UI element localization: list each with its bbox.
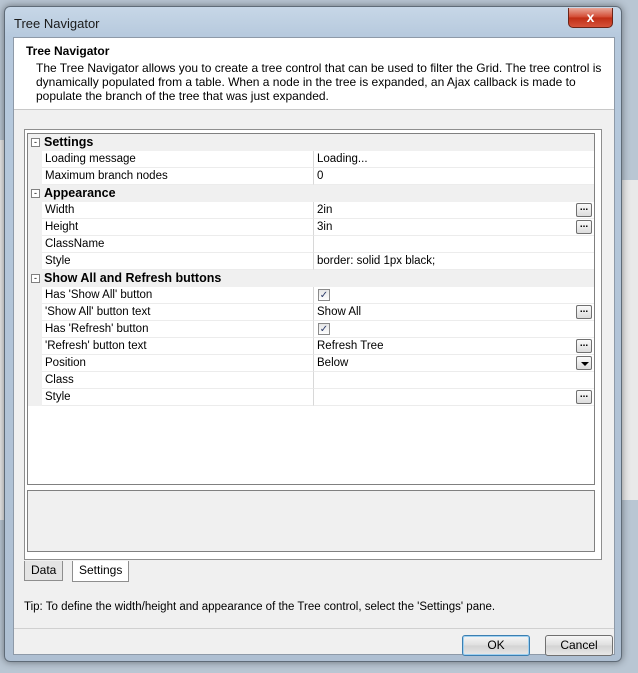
property-name[interactable]: Style bbox=[42, 253, 314, 270]
category-label: Show All and Refresh buttons bbox=[44, 271, 222, 285]
category-label: Appearance bbox=[44, 186, 116, 200]
dialog-client: Tree Navigator The Tree Navigator allows… bbox=[13, 37, 615, 656]
property-row[interactable]: Has 'Show All' button ✓ bbox=[28, 287, 594, 304]
property-value-text: Loading... bbox=[317, 153, 368, 165]
row-gutter bbox=[28, 202, 42, 219]
row-gutter bbox=[28, 389, 42, 406]
property-row[interactable]: Class bbox=[28, 372, 594, 389]
property-value[interactable]: Show All... bbox=[314, 304, 594, 321]
property-value-text: Refresh Tree bbox=[317, 340, 384, 352]
property-name[interactable]: Height bbox=[42, 219, 314, 236]
property-value-text: Below bbox=[317, 357, 349, 369]
property-value-text: 3in bbox=[317, 221, 333, 233]
cancel-button[interactable]: Cancel bbox=[545, 635, 613, 656]
row-gutter bbox=[28, 304, 42, 321]
property-value-text: 2in bbox=[317, 204, 333, 216]
header-title: Tree Navigator bbox=[26, 44, 110, 58]
property-value[interactable]: Loading... bbox=[314, 151, 594, 168]
property-row[interactable]: Has 'Refresh' button ✓ bbox=[28, 321, 594, 338]
property-value-text: 0 bbox=[317, 170, 324, 182]
ellipsis-button[interactable]: ... bbox=[576, 339, 592, 353]
category-row[interactable]: - Appearance bbox=[28, 185, 594, 202]
collapse-icon[interactable]: - bbox=[31, 189, 40, 198]
property-grid: - Settings Loading message Loading... Maximu… bbox=[27, 133, 595, 485]
tab-strip: Data Settings bbox=[24, 561, 224, 583]
row-gutter bbox=[28, 168, 42, 185]
property-row[interactable]: Style border: solid 1px black; bbox=[28, 253, 594, 270]
property-value-text: border: solid 1px black; bbox=[317, 255, 436, 267]
property-name[interactable]: Position bbox=[42, 355, 314, 372]
title-bar[interactable]: Tree Navigator x bbox=[5, 7, 621, 37]
property-row[interactable]: 'Refresh' button text Refresh Tree... bbox=[28, 338, 594, 355]
row-gutter bbox=[28, 236, 42, 253]
property-value[interactable]: Below bbox=[314, 355, 594, 372]
property-name[interactable]: 'Show All' button text bbox=[42, 304, 314, 321]
help-description-box bbox=[27, 490, 595, 552]
row-gutter bbox=[28, 372, 42, 389]
property-row[interactable]: Width 2in... bbox=[28, 202, 594, 219]
property-row[interactable]: Position Below bbox=[28, 355, 594, 372]
dropdown-arrow-icon[interactable] bbox=[576, 356, 592, 370]
row-gutter bbox=[28, 338, 42, 355]
tab-settings[interactable]: Settings bbox=[72, 561, 130, 582]
property-value[interactable] bbox=[314, 236, 594, 253]
property-value[interactable]: 2in... bbox=[314, 202, 594, 219]
row-gutter bbox=[28, 219, 42, 236]
property-name[interactable]: ClassName bbox=[42, 236, 314, 253]
close-icon: x bbox=[586, 9, 595, 25]
property-value[interactable]: Refresh Tree... bbox=[314, 338, 594, 355]
window-title: Tree Navigator bbox=[14, 16, 100, 31]
ok-button[interactable]: OK bbox=[462, 635, 530, 656]
property-row[interactable]: 'Show All' button text Show All... bbox=[28, 304, 594, 321]
property-value[interactable]: 0 bbox=[314, 168, 594, 185]
property-value[interactable]: 3in... bbox=[314, 219, 594, 236]
property-name[interactable]: Width bbox=[42, 202, 314, 219]
checkbox[interactable]: ✓ bbox=[318, 323, 330, 335]
property-row[interactable]: ClassName bbox=[28, 236, 594, 253]
footer-separator bbox=[14, 628, 614, 629]
property-value[interactable]: ✓ bbox=[314, 321, 594, 338]
property-name[interactable]: Loading message bbox=[42, 151, 314, 168]
property-name[interactable]: Maximum branch nodes bbox=[42, 168, 314, 185]
dialog-window: Tree Navigator x Tree Navigator The Tree… bbox=[4, 6, 622, 662]
category-row[interactable]: - Settings bbox=[28, 134, 594, 151]
row-gutter bbox=[28, 151, 42, 168]
property-value[interactable]: ✓ bbox=[314, 287, 594, 304]
header-area: Tree Navigator The Tree Navigator allows… bbox=[14, 38, 614, 110]
ellipsis-button[interactable]: ... bbox=[576, 220, 592, 234]
property-name[interactable]: Style bbox=[42, 389, 314, 406]
collapse-icon[interactable]: - bbox=[31, 138, 40, 147]
property-row[interactable]: Style... bbox=[28, 389, 594, 406]
collapse-icon[interactable]: - bbox=[31, 274, 40, 283]
row-gutter bbox=[28, 253, 42, 270]
property-value-text: Show All bbox=[317, 306, 362, 318]
category-label: Settings bbox=[44, 135, 94, 149]
property-value[interactable]: ... bbox=[314, 389, 594, 406]
property-name[interactable]: Has 'Show All' button bbox=[42, 287, 314, 304]
property-name[interactable]: Class bbox=[42, 372, 314, 389]
tip-text: Tip: To define the width/height and appe… bbox=[24, 601, 496, 613]
property-value[interactable]: border: solid 1px black; bbox=[314, 253, 594, 270]
row-gutter bbox=[28, 321, 42, 338]
property-row[interactable]: Loading message Loading... bbox=[28, 151, 594, 168]
header-description: The Tree Navigator allows you to create … bbox=[36, 61, 602, 103]
property-value[interactable] bbox=[314, 372, 594, 389]
background-app-right bbox=[622, 180, 638, 500]
property-row[interactable]: Maximum branch nodes 0 bbox=[28, 168, 594, 185]
ellipsis-button[interactable]: ... bbox=[576, 390, 592, 404]
close-button[interactable]: x bbox=[568, 8, 613, 28]
property-name[interactable]: Has 'Refresh' button bbox=[42, 321, 314, 338]
tab-data[interactable]: Data bbox=[24, 561, 64, 581]
category-row[interactable]: - Show All and Refresh buttons bbox=[28, 270, 594, 287]
settings-pane: - Settings Loading message Loading... Maximu… bbox=[24, 129, 602, 560]
ellipsis-button[interactable]: ... bbox=[576, 203, 592, 217]
row-gutter bbox=[28, 287, 42, 304]
ellipsis-button[interactable]: ... bbox=[576, 305, 592, 319]
property-name[interactable]: 'Refresh' button text bbox=[42, 338, 314, 355]
property-row[interactable]: Height 3in... bbox=[28, 219, 594, 236]
row-gutter bbox=[28, 355, 42, 372]
checkbox[interactable]: ✓ bbox=[318, 289, 330, 301]
